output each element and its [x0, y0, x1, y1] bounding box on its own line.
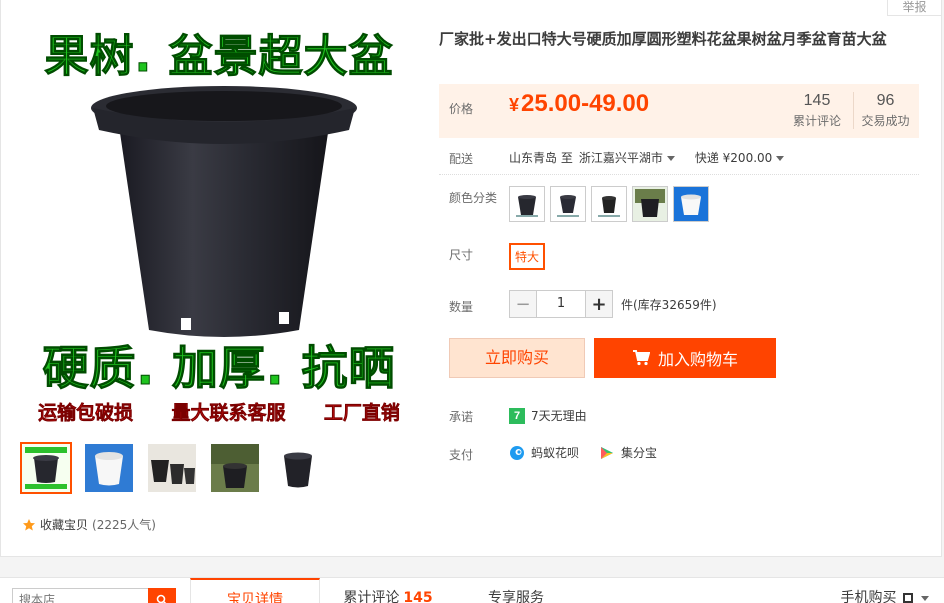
mobile-buy-label: 手机购买: [840, 590, 897, 603]
thumbnail-5[interactable]: [272, 442, 324, 494]
color-option-1[interactable]: [509, 186, 545, 222]
add-to-cart-button[interactable]: 加入购物车: [594, 338, 776, 378]
shipping-from: 山东青岛 至: [509, 151, 573, 165]
reviews-count: 145: [803, 92, 831, 109]
payment-methods: 蚂蚁花呗 集分宝: [509, 444, 657, 461]
buy-now-button[interactable]: 立即购买: [449, 338, 585, 378]
image-caption-bottom: 运输包破损 量大联系客服 工厂直销: [19, 398, 419, 425]
jifenbao-icon: [601, 446, 614, 459]
favorite-count: (2225人气): [92, 518, 156, 532]
tab-details[interactable]: 宝贝详情: [190, 578, 320, 603]
image-caption-top: 果树. 盆景超大盆: [44, 31, 394, 82]
huabei-label[interactable]: 蚂蚁花呗: [531, 444, 579, 461]
cart-icon: [632, 350, 650, 366]
shipping-destination: 浙江嘉兴平湖市: [578, 151, 663, 165]
promise-text: 7天无理由: [531, 409, 587, 423]
divider: [439, 174, 919, 175]
quantity-label: 数量: [449, 300, 474, 314]
size-option-xl[interactable]: 特大: [509, 243, 546, 270]
search-icon: [156, 594, 167, 603]
thumbnail-strip: [20, 442, 324, 494]
reviews-label: 累计评论: [792, 114, 841, 128]
shipping-info: 山东青岛 至 浙江嘉兴平湖市 快递 ¥200.00: [509, 149, 785, 166]
thumbnail-1[interactable]: [20, 442, 72, 494]
shipping-method-select[interactable]: 快递 ¥200.00: [694, 149, 785, 166]
shipping-method: 快递 ¥200.00: [694, 151, 773, 165]
sales-count: 96: [876, 92, 895, 109]
color-options: [509, 186, 709, 222]
color-option-2[interactable]: [550, 186, 586, 222]
thumbnail-4[interactable]: [209, 442, 261, 494]
color-option-4[interactable]: [632, 186, 668, 222]
mobile-buy-link[interactable]: 手机购买: [830, 578, 940, 603]
shipping-destination-select[interactable]: 浙江嘉兴平湖市: [579, 149, 675, 166]
color-option-3[interactable]: [591, 186, 627, 222]
tab-reviews-count: 145: [403, 590, 433, 603]
favorite-label: 收藏宝贝: [40, 518, 89, 532]
product-title: 厂家批+发出口特大号硬质加厚圆形塑料花盆果树盆月季盆育苗大盆: [439, 30, 887, 48]
image-caption-mid: 硬质. 加厚. 抗晒: [42, 341, 396, 395]
chevron-down-icon: [666, 156, 675, 161]
tab-reviews-label: 累计评论: [343, 590, 400, 603]
tab-service[interactable]: 专享服务: [456, 578, 576, 603]
caption-bottom-1: 运输包破损: [38, 402, 134, 425]
payment-label: 支付: [449, 448, 474, 462]
tab-reviews[interactable]: 累计评论 145: [326, 578, 450, 603]
quantity-increase-button[interactable]: +: [585, 290, 613, 318]
caption-bottom-2: 量大联系客服: [171, 402, 286, 425]
promise-label: 承诺: [449, 410, 474, 424]
thumbnail-2[interactable]: [83, 442, 135, 494]
caption-bottom-3: 工厂直销: [323, 402, 401, 425]
shop-search-input[interactable]: [13, 589, 149, 603]
promise-7day[interactable]: 7 7天无理由: [509, 407, 587, 424]
price-value: ¥25.00-49.00: [509, 90, 649, 118]
report-link[interactable]: 举报: [887, 0, 941, 16]
sales-stat: 96 交易成功: [853, 92, 917, 129]
add-to-cart-label: 加入购物车: [657, 350, 738, 369]
shop-search: [12, 588, 176, 603]
search-button[interactable]: [148, 588, 176, 603]
thumbnail-3[interactable]: [146, 442, 198, 494]
chevron-down-icon: [921, 595, 930, 601]
quantity-decrease-button[interactable]: −: [509, 290, 537, 318]
stock-info: 件(库存32659件): [621, 297, 717, 312]
favorite-item[interactable]: 收藏宝贝 (2225人气): [22, 516, 156, 533]
huabei-icon: [510, 445, 524, 460]
color-label: 颜色分类: [449, 191, 498, 205]
price-panel: 价格 ¥25.00-49.00 145 累计评论 96 交易成功: [439, 84, 919, 138]
black-pot-image: [91, 86, 357, 337]
currency-symbol: ¥: [509, 95, 520, 115]
sales-label: 交易成功: [861, 114, 910, 128]
star-icon: [23, 518, 35, 530]
chevron-down-icon: [776, 156, 785, 161]
price-range: 25.00-49.00: [521, 90, 650, 117]
price-label: 价格: [449, 102, 474, 116]
seven-day-return-icon: 7: [509, 407, 525, 424]
main-product-image[interactable]: 果树. 盆景超大盆 硬质. 加厚. 抗晒 运输包破损 量大联系客服 工厂直销: [19, 20, 419, 430]
shipping-label: 配送: [449, 152, 474, 166]
reviews-stat[interactable]: 145 累计评论: [785, 92, 849, 129]
quantity-input[interactable]: 1: [537, 290, 585, 318]
jifenbao-label[interactable]: 集分宝: [621, 444, 657, 461]
quantity-stepper: − 1 + 件(库存32659件): [509, 290, 717, 318]
color-option-5[interactable]: [673, 186, 709, 222]
qr-code-icon: [903, 593, 913, 603]
size-label: 尺寸: [449, 248, 474, 262]
